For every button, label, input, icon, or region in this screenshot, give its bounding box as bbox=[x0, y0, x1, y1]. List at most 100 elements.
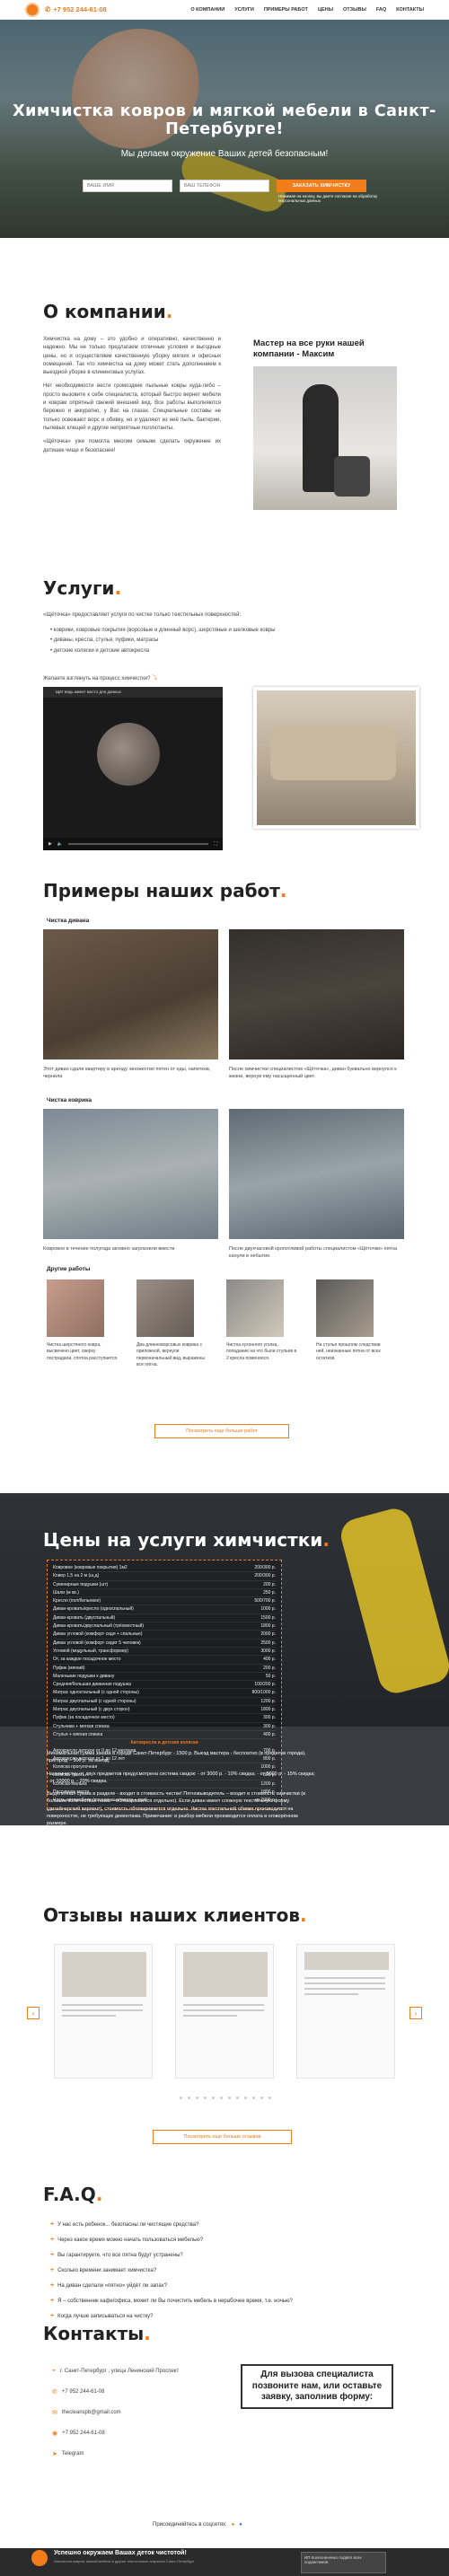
next-arrow-icon[interactable]: › bbox=[409, 2007, 422, 2019]
nav-item-prices[interactable]: ЦЕНЫ bbox=[318, 7, 333, 13]
phone-line[interactable]: ✆ +7 952 244-61-08 bbox=[52, 2388, 104, 2396]
plus-icon: + bbox=[50, 2221, 55, 2228]
sofa-after-caption: После химчистки специалистом «Щёточка», … bbox=[229, 1067, 397, 1079]
price-row: Матрас односпальный (с одной стороны) 800… bbox=[53, 1689, 276, 1698]
phone-icon: ✆ bbox=[52, 2389, 57, 2396]
phone-icon: ✆ bbox=[45, 5, 51, 13]
other-work-caption-3: Чистка кухонного уголка, попадание на чт… bbox=[226, 1342, 297, 1361]
video-prompt: Желаете взглянуть на процесс химчистки? … bbox=[43, 676, 158, 681]
price-row: Диван-кровать/кресло (односпальный) 1000 … bbox=[53, 1605, 276, 1614]
reviews-title: Отзывы наших клиентов. bbox=[43, 1904, 307, 1926]
price-row: Диван угловой (комфорт сидит 5 человек) 2… bbox=[53, 1640, 276, 1648]
faq-item[interactable]: + На диван сделали «пятно» уйдёт ли запах… bbox=[50, 2282, 167, 2289]
header-phone[interactable]: ✆ +7 952 244-61-08 bbox=[45, 5, 107, 13]
hero-order-form: ЗАКАЗАТЬ ХИМЧИСТКУ bbox=[83, 180, 366, 192]
about-title: О компании. bbox=[43, 301, 173, 322]
review-card[interactable] bbox=[54, 1944, 153, 2079]
price-row: Пуфик (за посадочное место) 300 р. bbox=[53, 1714, 276, 1723]
whatsapp-icon: ◉ bbox=[52, 2431, 58, 2437]
price-row: Ковровое (ковровые покрытия) 1м2 200/300 … bbox=[53, 1564, 276, 1573]
order-button[interactable]: ЗАКАЗАТЬ ХИМЧИСТКУ bbox=[277, 180, 366, 192]
nav-item-faq[interactable]: FAQ bbox=[376, 7, 386, 13]
social-links: Присоединяйтесь в соцсетях: ● ● bbox=[153, 2522, 242, 2528]
mail-icon: ✉ bbox=[52, 2410, 57, 2416]
plus-icon: + bbox=[50, 2282, 55, 2289]
faq-item[interactable]: + Когда лучше записываться на чистку? bbox=[50, 2313, 153, 2319]
services-intro: «Щёточка» предоставляет услуги по чистке… bbox=[43, 612, 242, 618]
other-works-label: Другие работы bbox=[47, 1266, 91, 1272]
master-photo bbox=[253, 366, 397, 510]
review-card[interactable] bbox=[175, 1944, 274, 2079]
about-text: Химчистка на дому – это удобно и операти… bbox=[43, 337, 221, 453]
faq-item[interactable]: + Я – собственник кафе/офиса, может ли Вы… bbox=[50, 2298, 293, 2304]
nav-item-about[interactable]: О КОМПАНИИ bbox=[190, 7, 224, 13]
name-input[interactable] bbox=[83, 180, 172, 192]
email-line[interactable]: ✉ thecleanspb@gmail.com bbox=[52, 2409, 121, 2416]
footer-title: Успешно окружаем Вашах деток чистотой! bbox=[54, 2550, 187, 2556]
price-row: Сувенирные подушки (шт) 200 р. bbox=[53, 1581, 276, 1589]
sofa-after-image bbox=[229, 929, 404, 1059]
faq-item[interactable]: + У нас есть ребенок... безопасны ли чист… bbox=[50, 2221, 198, 2228]
other-work-caption-4: На стулья прошлом следствии ней, неизнан… bbox=[316, 1342, 381, 1361]
carpet-cleaning-label: Чистка коврика bbox=[47, 1097, 92, 1103]
price-row: Маленькие подушки к дивану 50 р. bbox=[53, 1673, 276, 1682]
price-row: Диван угловой (комфорт сидя + спальные) 2… bbox=[53, 1631, 276, 1640]
price-notes: Минимальная сумма заказа в городе Санкт-… bbox=[47, 1751, 315, 1825]
plus-icon: + bbox=[50, 2237, 55, 2243]
carousel-dots[interactable] bbox=[180, 2097, 271, 2099]
hero-title: Химчистка ковров и мягкой мебели в Санкт… bbox=[13, 102, 436, 138]
whatsapp-line[interactable]: ◉ +7 952 244-61-08 bbox=[52, 2430, 105, 2437]
other-work-caption-2: Два длинноворсовых коврика с приложной, … bbox=[136, 1342, 205, 1367]
video-controls: ▶ 🔈 ⛶ bbox=[43, 838, 223, 850]
nav-item-reviews[interactable]: ОТЗЫВЫ bbox=[343, 7, 366, 13]
carpet-after-caption: После двухчасовой кропотливой работы спе… bbox=[229, 1246, 398, 1259]
volume-icon[interactable]: 🔈 bbox=[57, 841, 63, 847]
ok-icon[interactable]: ● bbox=[232, 2522, 235, 2528]
address-line: ⌖ г. Санкт-Петербург , улица Ленинский Пр… bbox=[52, 2368, 180, 2374]
faq-item[interactable]: + Через какое время можно начать пользова… bbox=[50, 2237, 203, 2243]
price-row: Угловой (модульный, трансформер) 3000 р. bbox=[53, 1648, 276, 1657]
consent-text: Нажимая на кнопку, вы даете согласие на … bbox=[278, 194, 378, 203]
nav-item-contacts[interactable]: КОНТАКТЫ bbox=[396, 7, 424, 13]
video-player[interactable]: Щёт ведь имеет место для данных ▶ 🔈 ⛶ bbox=[43, 687, 223, 850]
location-icon: ⌖ bbox=[52, 2368, 56, 2374]
plus-icon: + bbox=[50, 2267, 55, 2273]
price-row: Диван-кровать (двуспальный) 1500 р. bbox=[53, 1614, 276, 1623]
vk-icon[interactable]: ● bbox=[239, 2522, 242, 2528]
video-progress[interactable] bbox=[68, 843, 209, 845]
more-works-button[interactable]: Посмотреть еще больше работ bbox=[154, 1424, 289, 1438]
call-specialist-box: Для вызова специалиста позвоните нам, ил… bbox=[241, 2364, 393, 2409]
plus-icon: + bbox=[50, 2298, 55, 2304]
fullscreen-icon[interactable]: ⛶ bbox=[214, 841, 217, 847]
phone-input[interactable] bbox=[180, 180, 269, 192]
prices-title: Цены на услуги химчистки. bbox=[43, 1529, 330, 1551]
faq-item[interactable]: + Вы гарантируете, что все пятна будут ус… bbox=[50, 2252, 183, 2258]
master-caption: Мастер на все руки нашей компании - Макс… bbox=[253, 338, 365, 359]
price-row: Кресло (пол/бельевое) 500/700 р. bbox=[53, 1597, 276, 1606]
faq-title: F.A.Q. bbox=[43, 2184, 103, 2205]
carpet-before-caption: Ковровое в течение полугода активно загр… bbox=[43, 1246, 175, 1252]
price-row: Стульчики + мягкая спинка 300 р. bbox=[53, 1723, 276, 1731]
list-item: диваны, кресла, стулья, пуфики, матрасы bbox=[50, 636, 275, 646]
footer-widget[interactable]: ИП Колесниченко подвёл всех подписчиков bbox=[301, 2552, 386, 2573]
price-row: Матрас двуспальный (с одной стороны) 1200… bbox=[53, 1698, 276, 1707]
telegram-line[interactable]: ➤ Telegram bbox=[52, 2450, 84, 2457]
faq-item[interactable]: + Сколько времени занимает химчистка? bbox=[50, 2267, 156, 2273]
prev-arrow-icon[interactable]: ‹ bbox=[27, 2007, 40, 2019]
review-card[interactable] bbox=[296, 1944, 395, 2079]
nav-item-services[interactable]: УСЛУГИ bbox=[234, 7, 254, 13]
cleaning-gun-image bbox=[337, 1505, 449, 1697]
price-row: Стулья + мягкая спинка 400 р. bbox=[53, 1731, 276, 1740]
nav-item-works[interactable]: ПРИМЕРЫ РАБОТ bbox=[264, 7, 308, 13]
plus-icon: + bbox=[50, 2313, 55, 2319]
other-work-image-2 bbox=[136, 1279, 194, 1337]
play-icon[interactable]: ▶ bbox=[48, 841, 52, 847]
footer-logo bbox=[31, 2550, 48, 2566]
plus-icon: + bbox=[50, 2252, 55, 2258]
sofa-before-image bbox=[43, 929, 218, 1059]
other-work-image-3 bbox=[226, 1279, 284, 1337]
services-sofa-image bbox=[253, 687, 419, 829]
price-row: Ковер 1,5 на 2 м (ш,д) 200/300 р. bbox=[53, 1572, 276, 1581]
brand-logo[interactable] bbox=[25, 2, 40, 17]
more-reviews-button[interactable]: Посмотреть еще больше отзывов bbox=[153, 2130, 292, 2144]
